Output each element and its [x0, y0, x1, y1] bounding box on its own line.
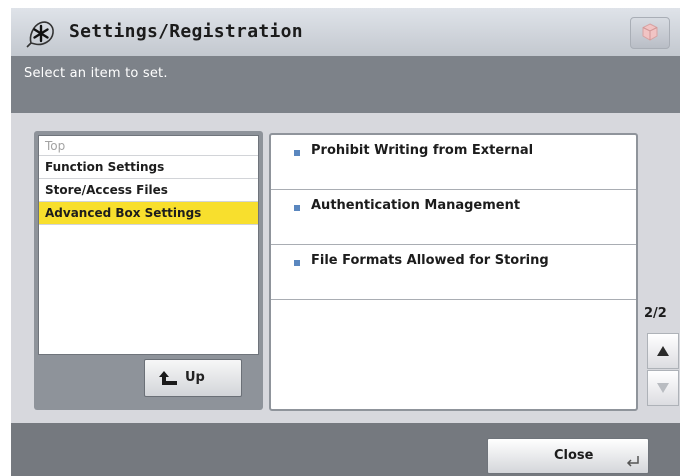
triangle-up-icon	[657, 346, 669, 356]
settings-tree: Top Function Settings Store/Access Files…	[38, 135, 259, 355]
list-item-authentication-management[interactable]: Authentication Management	[271, 190, 636, 245]
list-item-label: File Formats Allowed for Storing	[311, 253, 549, 268]
tree-item-top[interactable]: Top	[39, 136, 258, 156]
tree-panel: Top Function Settings Store/Access Files…	[34, 131, 263, 410]
main-area: Top Function Settings Store/Access Files…	[11, 113, 680, 423]
page-indicator: 2/2	[644, 306, 667, 321]
scroll-up-button[interactable]	[647, 333, 679, 369]
close-button[interactable]: Close	[487, 438, 649, 474]
settings-asterisk-icon	[23, 16, 57, 50]
bullet-icon	[294, 150, 300, 156]
list-item-file-formats[interactable]: File Formats Allowed for Storing	[271, 245, 636, 300]
bullet-icon	[294, 205, 300, 211]
page-title: Settings/Registration	[69, 21, 303, 42]
settings-list: Prohibit Writing from External Authentic…	[269, 133, 638, 411]
tree-item-function-settings[interactable]: Function Settings	[39, 156, 258, 179]
scroll-down-button[interactable]	[647, 370, 679, 406]
tree-item-advanced-box-settings[interactable]: Advanced Box Settings	[39, 202, 258, 225]
triangle-down-icon	[657, 383, 669, 393]
corner-button[interactable]	[630, 17, 670, 49]
list-item-prohibit-writing[interactable]: Prohibit Writing from External	[271, 135, 636, 190]
up-button[interactable]: Up	[144, 359, 242, 397]
list-item-label: Authentication Management	[311, 198, 521, 213]
header-bar: Settings/Registration	[11, 8, 680, 57]
close-button-label: Close	[554, 448, 594, 463]
cube-icon	[642, 23, 658, 41]
up-button-label: Up	[185, 370, 205, 385]
instruction-text: Select an item to set.	[24, 66, 168, 81]
footer-bar: Close	[11, 423, 680, 476]
enter-return-icon	[626, 453, 640, 472]
message-bar: Select an item to set.	[11, 56, 680, 113]
up-arrow-icon	[159, 370, 179, 390]
bullet-icon	[294, 260, 300, 266]
list-item-label: Prohibit Writing from External	[311, 143, 534, 158]
tree-item-store-access-files[interactable]: Store/Access Files	[39, 179, 258, 202]
settings-screen: Settings/Registration Select an item to …	[11, 0, 680, 476]
